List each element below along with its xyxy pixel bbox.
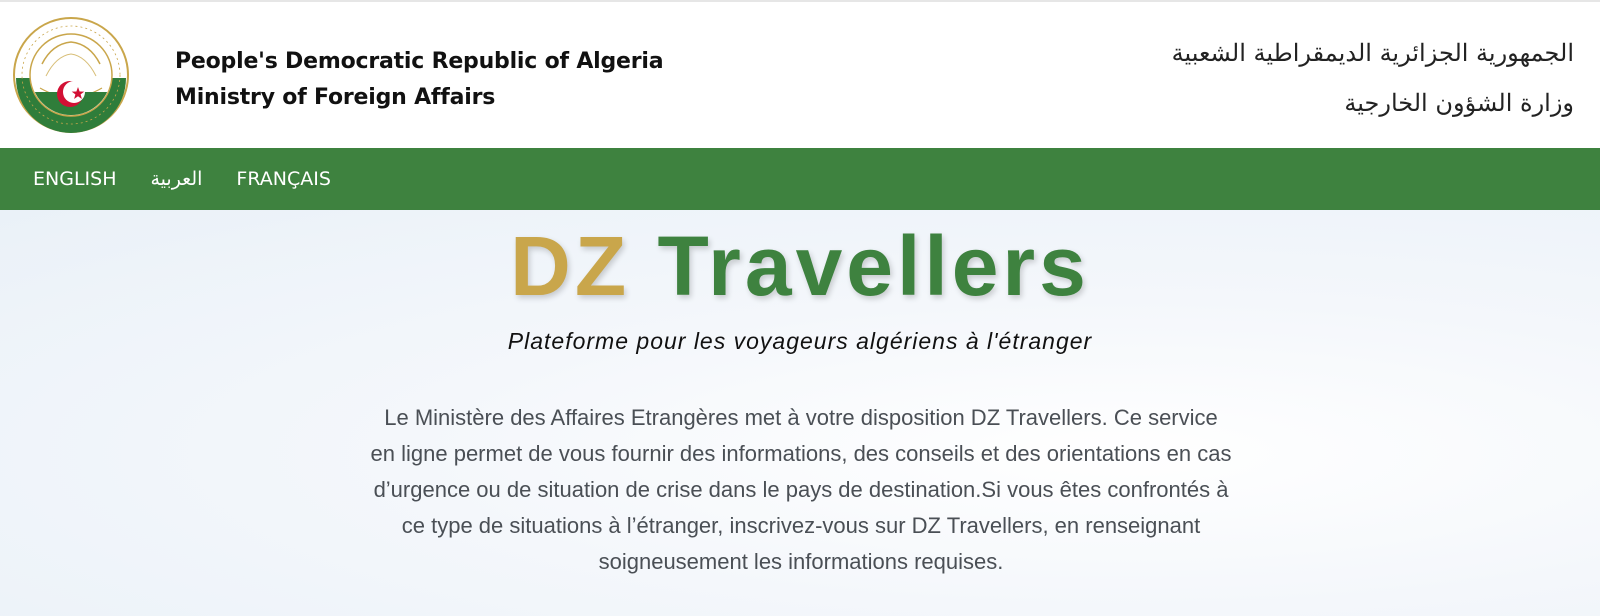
ministry-name-en: Ministry of Foreign Affairs: [175, 85, 496, 110]
site-header: People's Democratic Republic of Algeria …: [0, 0, 1600, 148]
nav-language-english[interactable]: ENGLISH: [33, 168, 116, 190]
nav-language-french[interactable]: FRANÇAIS: [236, 168, 331, 190]
ministry-name-ar: وزارة الشؤون الخارجية: [1344, 89, 1574, 117]
brand-dz: DZ: [510, 219, 631, 313]
ministry-seal-icon[interactable]: [12, 16, 130, 134]
country-name-ar: الجمهورية الجزائرية الديمقراطية الشعبية: [1171, 39, 1574, 67]
country-name-en: People's Democratic Republic of Algeria: [175, 49, 664, 74]
hero-description: Le Ministère des Affaires Etrangères met…: [370, 405, 1232, 574]
header-titles-en: People's Democratic Republic of Algeria …: [175, 44, 664, 116]
brand-travellers: Travellers: [657, 219, 1090, 313]
nav-language-arabic[interactable]: العربية: [150, 168, 202, 190]
language-navbar: ENGLISH العربية FRANÇAIS: [0, 148, 1600, 210]
header-titles-ar: الجمهورية الجزائرية الديمقراطية الشعبية …: [1172, 28, 1574, 128]
hero-subtitle: Plateforme pour les voyageurs algériens …: [507, 328, 1093, 354]
hero-section: DZ Travellers Plateforme pour les voyage…: [0, 210, 1600, 616]
brand-title: DZ Travellers: [0, 216, 1600, 316]
